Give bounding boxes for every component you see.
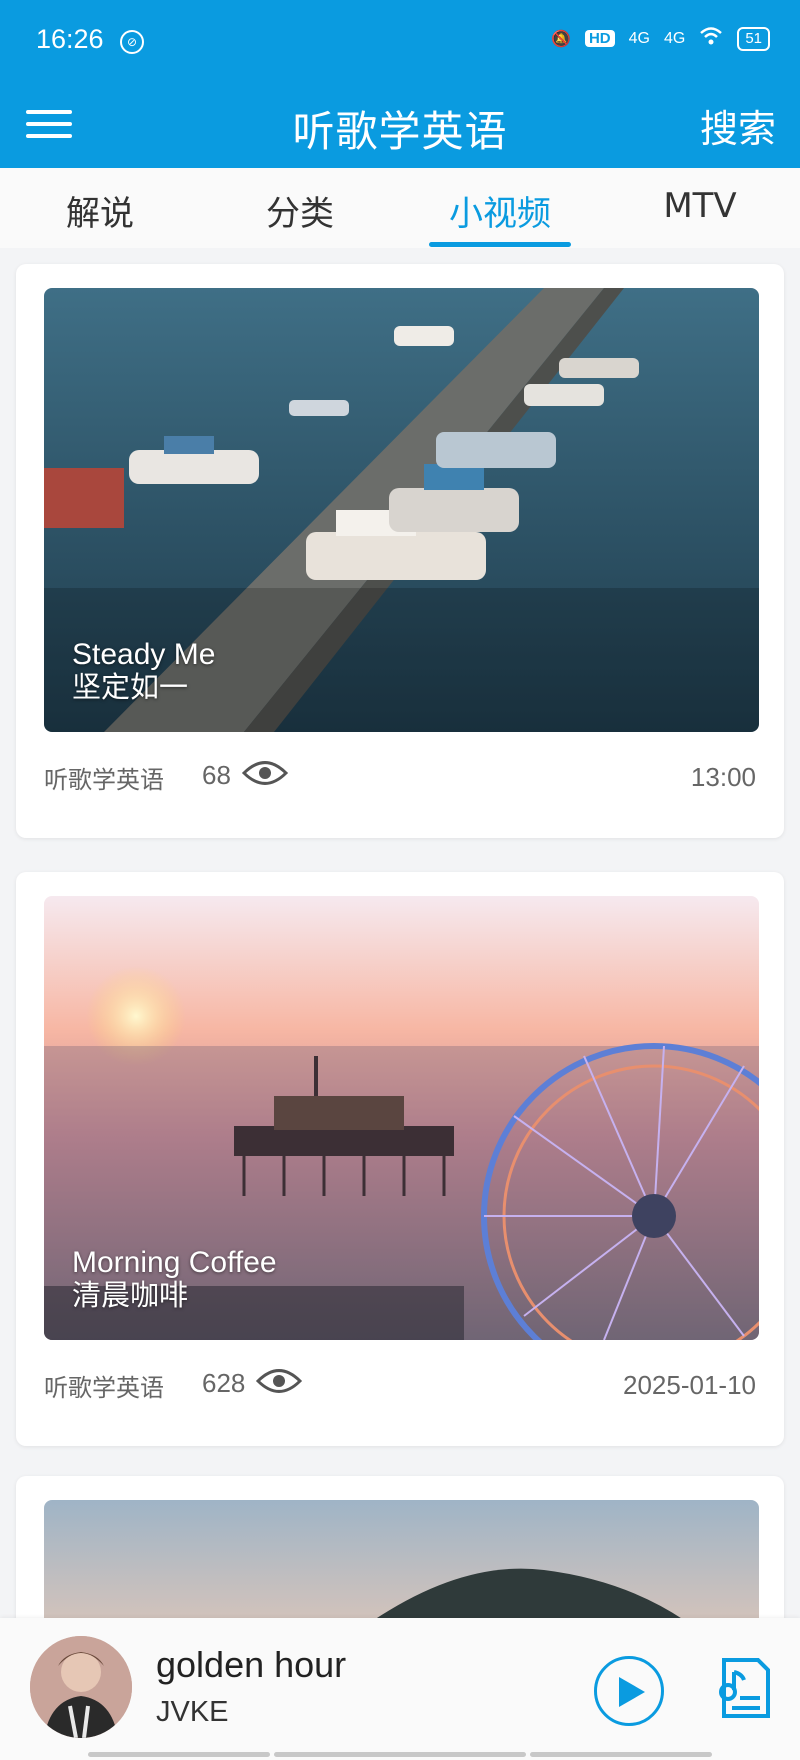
video-title-zh: 清晨咖啡 [72,1278,189,1312]
video-title-zh: 坚定如一 [72,670,189,704]
eye-icon [242,761,288,785]
signal-4g-label-1: 4G [628,29,650,47]
video-date: 2025-01-10 [623,1370,756,1400]
video-date: 13:00 [690,762,756,792]
page-title: 听歌学英语 [292,107,508,156]
app-bar: 听歌学英语 搜索 [0,84,800,168]
mute-icon: 🔕 [551,30,571,48]
status-icons: 🔕 HD 4G 4G 51 [551,26,770,51]
tab-short-videos[interactable]: 小视频 [400,186,600,235]
tab-bar: 解说 分类 小视频 MTV [0,168,800,248]
now-playing-artist: JVKE [156,1696,229,1728]
wifi-icon [699,26,723,51]
top-app-bar: 16:26 ⊘ 🔕 HD 4G 4G 51 听歌学英语 搜索 [0,0,800,168]
lyrics-button[interactable] [712,1656,772,1720]
play-button[interactable] [594,1656,664,1726]
battery-indicator: 51 [737,26,770,51]
video-author: 听歌学英语 [44,1374,164,1402]
active-tab-indicator [429,242,571,247]
hd-badge: HD [584,30,615,47]
search-button[interactable]: 搜索 [700,98,776,153]
view-count: 628 [202,1368,246,1398]
dnd-icon: ⊘ [120,30,144,54]
eye-icon [256,1369,302,1393]
video-meta: 听歌学英语 68 13:00 [44,756,756,796]
tab-commentary[interactable]: 解说 [0,186,200,235]
status-bar: 16:26 ⊘ 🔕 HD 4G 4G 51 [0,0,800,84]
nav-bar-segment [88,1752,270,1757]
tab-categories[interactable]: 分类 [200,186,400,235]
nav-bar-segment [274,1752,526,1757]
album-art[interactable] [30,1636,132,1738]
lyrics-icon [719,1658,770,1718]
mini-player[interactable]: golden hour JVKE [0,1618,800,1760]
video-meta: 听歌学英语 628 2025-01-10 [44,1364,756,1404]
status-time: 16:26 [36,24,104,54]
video-card[interactable]: Steady Me 坚定如一 听歌学英语 68 13:00 [16,264,784,838]
video-author: 听歌学英语 [44,766,164,794]
play-icon [619,1677,645,1707]
tab-mtv[interactable]: MTV [600,186,800,226]
signal-4g-label-2: 4G [663,29,686,47]
video-thumbnail[interactable]: Steady Me 坚定如一 [44,288,759,732]
video-card[interactable]: Morning Coffee 清晨咖啡 听歌学英语 628 2025-01-10 [16,872,784,1446]
video-thumbnail[interactable]: Morning Coffee 清晨咖啡 [44,896,759,1340]
now-playing-title: golden hour [156,1644,347,1685]
nav-bar-segment [530,1752,712,1757]
view-count: 68 [202,760,231,790]
